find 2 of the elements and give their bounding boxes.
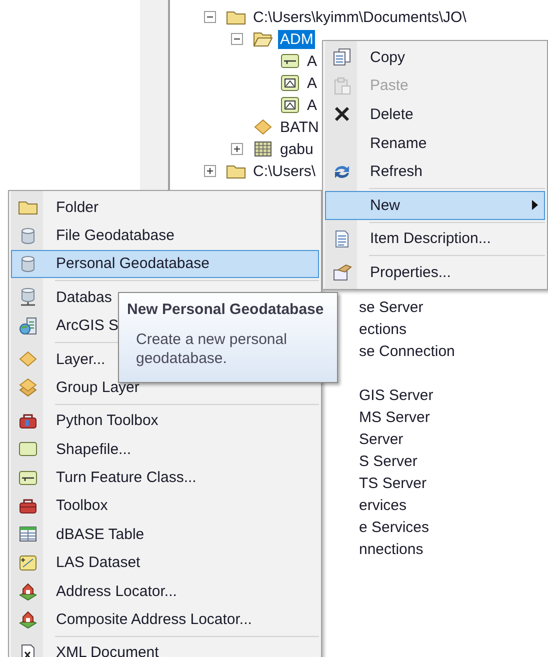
tooltip-title: New Personal Geodatabase	[127, 301, 325, 318]
tooltip-text: Create a new personal geodatabase.	[135, 330, 288, 368]
